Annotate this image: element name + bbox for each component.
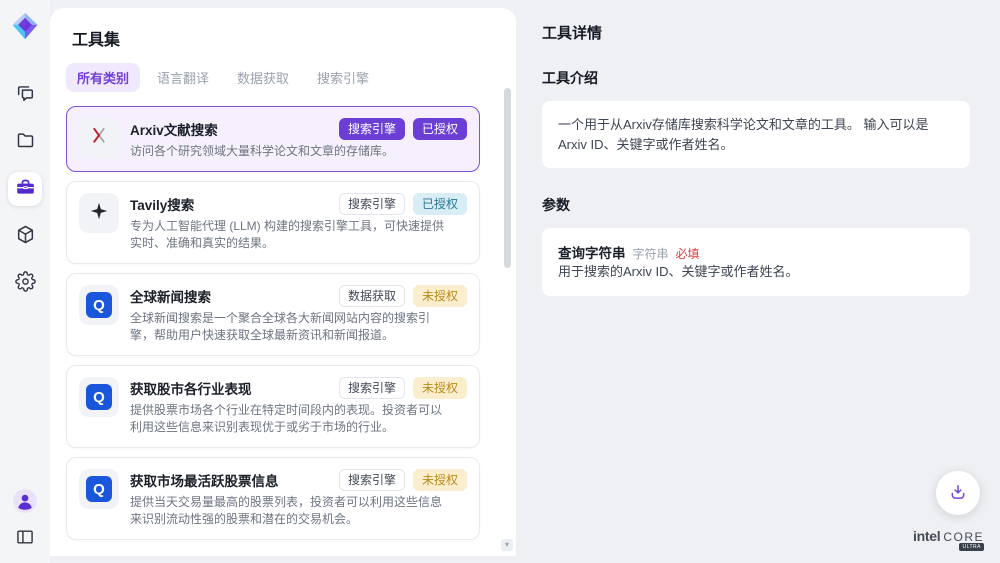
tool-description: 专为人工智能代理 (LLM) 构建的搜索引擎工具，可快速提供实时、准确和真实的结… [130,218,448,252]
ultra-badge: ultra [959,543,984,551]
sidebar-item-models[interactable] [8,219,42,253]
intro-heading: 工具介绍 [542,68,970,88]
tool-description: 全球新闻搜索是一个聚合全球各大新闻网站内容的搜索引擎，帮助用户快速获取全球最新资… [130,310,448,344]
sidebar [0,0,50,563]
tool-card[interactable]: Q 获取股市各行业表现 提供股票市场各个行业在特定时间段内的表现。投资者可以利用… [66,365,480,448]
tool-icon-tile: Q [79,377,119,417]
params-heading: 参数 [542,195,970,215]
tool-category-badge: 数据获取 [339,285,405,307]
sidebar-item-settings[interactable] [8,266,42,300]
chat-icon [15,83,36,107]
tool-card[interactable]: Q 全球新闻搜索 全球新闻搜索是一个聚合全球各大新闻网站内容的搜索引擎，帮助用户… [66,273,480,356]
arxiv-logo-icon [88,125,110,152]
tool-auth-badge: 已授权 [413,193,467,215]
tool-badges: 搜索引擎 已授权 [339,193,467,215]
gear-icon [15,271,36,295]
tool-icon-tile [79,193,119,233]
tool-list: Arxiv文献搜索 访问各个研究领域大量科学论文和文章的存储库。 搜索引擎 已授… [50,104,516,548]
user-avatar-button[interactable] [11,488,39,516]
tool-auth-badge: 未授权 [413,377,467,399]
tools-panel: 工具集 所有类别 语言翻译 数据获取 搜索引擎 Arxiv文献搜索 访问各个研究… [50,8,516,556]
intro-text: 一个用于从Arxiv存储库搜索科学论文和文章的工具。 输入可以是Arxiv ID… [558,115,954,154]
scroll-down-button[interactable]: ▾ [501,539,513,551]
category-tabs: 所有类别 语言翻译 数据获取 搜索引擎 [66,63,500,92]
page-title: 工具集 [72,26,494,50]
tool-icon-tile: Q [79,469,119,509]
search-q-icon: Q [86,384,112,410]
tool-description: 访问各个研究领域大量科学论文和文章的存储库。 [130,143,448,160]
tool-badges: 数据获取 未授权 [339,285,467,307]
tab-data-fetch[interactable]: 数据获取 [226,63,300,92]
tool-category-badge: 搜索引擎 [339,377,405,399]
param-card: 查询字符串 字符串 必填 用于搜索的Arxiv ID、关键字或作者姓名。 [542,228,970,296]
intro-card: 一个用于从Arxiv存储库搜索科学论文和文章的工具。 输入可以是Arxiv ID… [542,101,970,168]
tool-auth-badge: 未授权 [413,285,467,307]
cube-icon [15,224,36,248]
tool-card[interactable]: Arxiv文献搜索 访问各个研究领域大量科学论文和文章的存储库。 搜索引擎 已授… [66,106,480,172]
app-logo-icon [9,10,41,42]
tool-auth-badge: 已授权 [413,118,467,140]
param-description: 用于搜索的Arxiv ID、关键字或作者姓名。 [558,262,954,282]
tool-card[interactable]: Q 获取市场最活跃股票信息 提供当天交易量最高的股票列表，投资者可以利用这些信息… [66,457,480,540]
param-type: 字符串 [633,245,669,262]
intel-wordmark: intel [913,528,940,544]
sidebar-item-chat[interactable] [8,78,42,112]
tool-icon-tile: Q [79,285,119,325]
download-button[interactable] [936,471,980,515]
tab-search-engine[interactable]: 搜索引擎 [306,63,380,92]
tool-description: 提供当天交易量最高的股票列表，投资者可以利用这些信息来识别流动性强的股票和潜在的… [130,494,448,528]
sidebar-item-tools[interactable] [8,172,42,206]
tab-language-translation[interactable]: 语言翻译 [146,63,220,92]
search-q-icon: Q [86,476,112,502]
detail-title: 工具详情 [542,22,970,43]
sidebar-item-files[interactable] [8,125,42,159]
tool-icon-tile [79,118,119,158]
tool-category-badge: 搜索引擎 [339,193,405,215]
tool-badges: 搜索引擎 未授权 [339,469,467,491]
tool-badges: 搜索引擎 未授权 [339,377,467,399]
tool-card[interactable]: Tavily搜索 专为人工智能代理 (LLM) 构建的搜索引擎工具，可快速提供实… [66,181,480,264]
avatar-icon [12,502,38,517]
param-name: 查询字符串 [558,242,626,262]
tab-all-categories[interactable]: 所有类别 [66,63,140,92]
download-icon [948,482,968,505]
tool-category-badge: 搜索引擎 [339,469,405,491]
intel-core-logo: intel core ultra [913,528,984,553]
scrollbar[interactable] [504,88,511,536]
panel-toggle-button[interactable] [12,525,38,551]
tool-description: 提供股票市场各个行业在特定时间段内的表现。投资者可以利用这些信息来识别表现优于或… [130,402,448,436]
panel-toggle-icon [15,535,35,550]
app-window: 工具集 所有类别 语言翻译 数据获取 搜索引擎 Arxiv文献搜索 访问各个研究… [0,0,1000,563]
sidebar-nav [8,78,42,300]
tool-category-badge: 搜索引擎 [339,118,405,140]
tool-detail-panel: 工具详情 工具介绍 一个用于从Arxiv存储库搜索科学论文和文章的工具。 输入可… [516,0,1000,563]
sidebar-footer [11,488,39,551]
core-wordmark: core ultra [943,530,984,553]
tool-badges: 搜索引擎 已授权 [339,118,467,140]
param-required-badge: 必填 [676,245,700,262]
search-q-icon: Q [86,292,112,318]
star-icon [88,200,110,227]
toolbox-icon [15,177,36,201]
tool-auth-badge: 未授权 [413,469,467,491]
scrollbar-thumb[interactable] [504,88,511,268]
folder-icon [15,130,36,154]
